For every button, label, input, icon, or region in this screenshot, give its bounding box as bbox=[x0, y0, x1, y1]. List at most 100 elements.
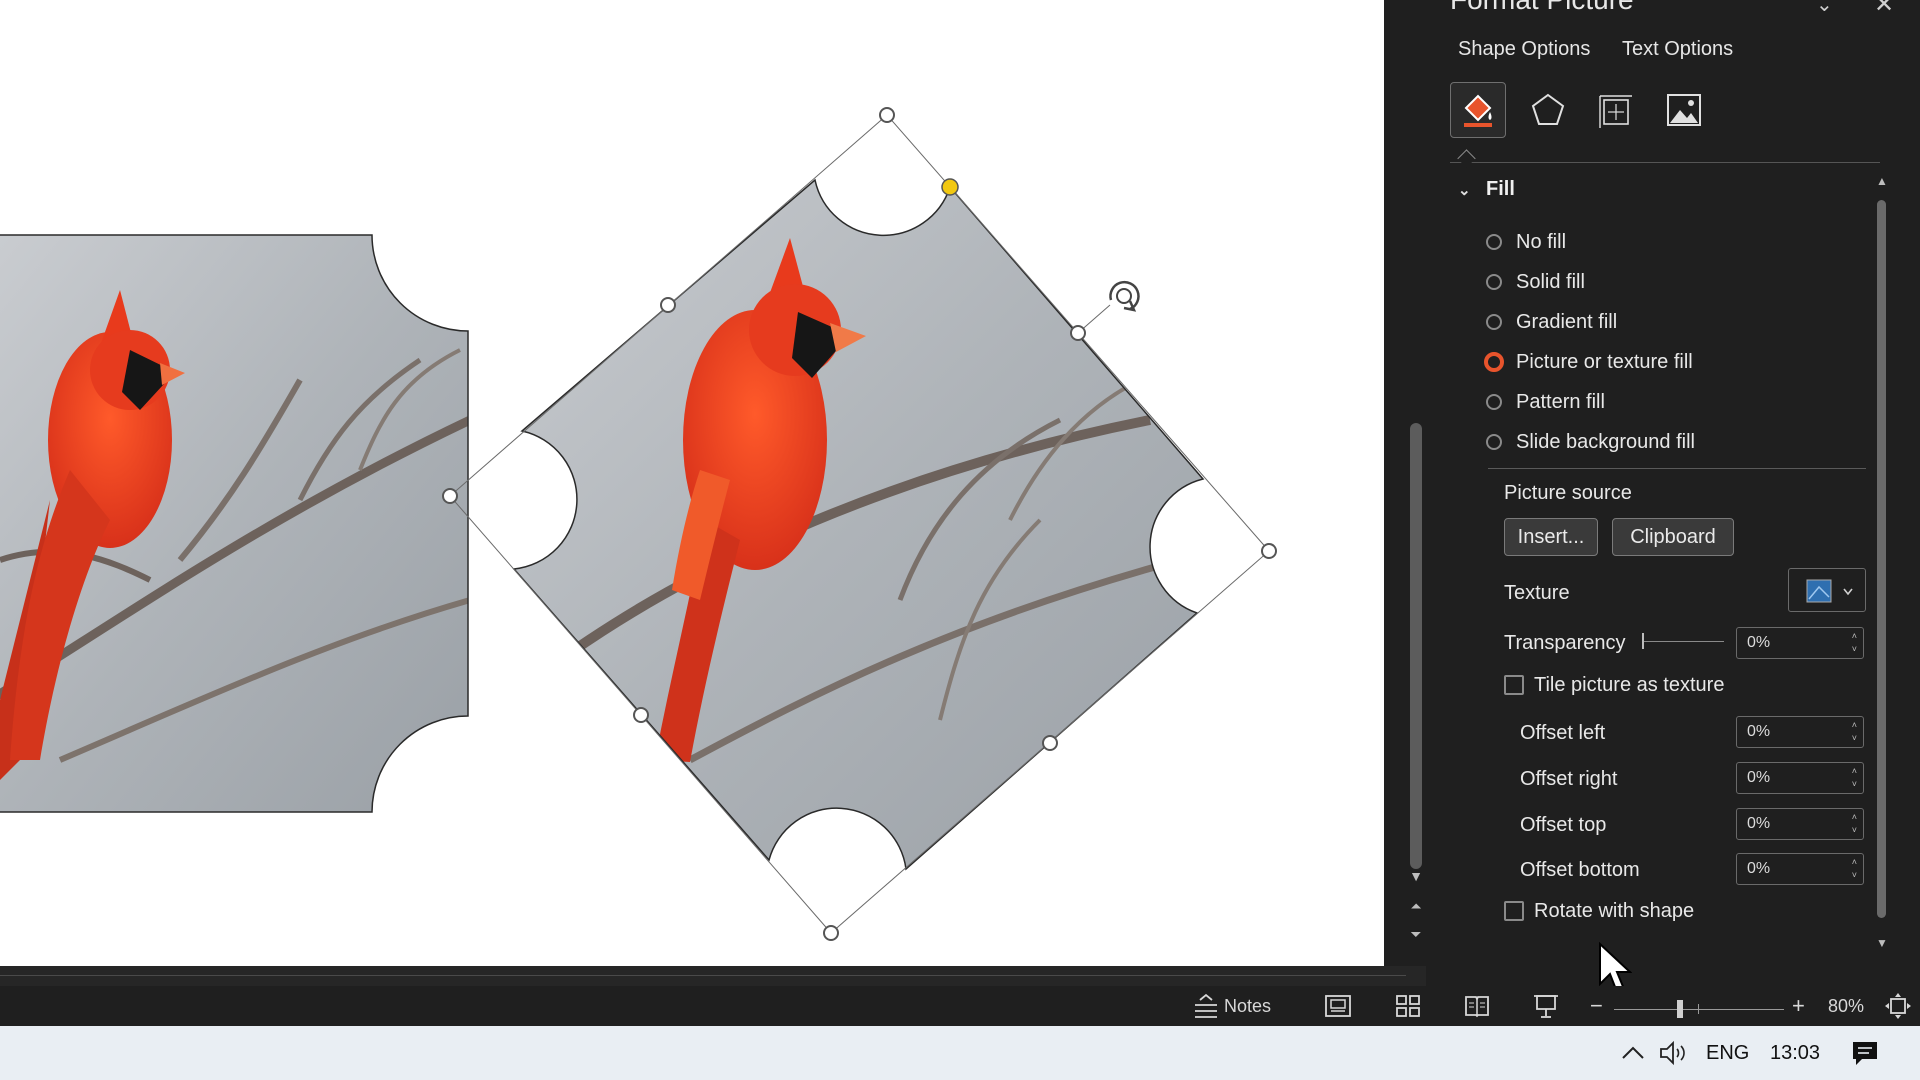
radio-label: Gradient fill bbox=[1516, 310, 1618, 333]
tile-checkbox[interactable] bbox=[1504, 675, 1524, 695]
scroll-down-icon[interactable]: ▼ bbox=[1874, 936, 1890, 950]
offset-bottom-spinbox[interactable]: 0% ˄ ˅ bbox=[1736, 853, 1864, 885]
resize-handle-bottom-left bbox=[633, 707, 649, 723]
slide-canvas[interactable] bbox=[0, 0, 1384, 966]
canvas-bottom-border bbox=[0, 966, 1426, 986]
previous-slide-icon[interactable]: ⏶ bbox=[1408, 898, 1424, 914]
status-bar: Notes − + 80% bbox=[0, 986, 1920, 1026]
spin-arrows-icon[interactable]: ˄ ˅ bbox=[1852, 811, 1857, 837]
close-icon[interactable]: ✕ bbox=[1874, 0, 1894, 19]
rotate-with-shape-label: Rotate with shape bbox=[1534, 900, 1695, 922]
slide-vertical-scrollbar[interactable]: ▼ ⏶ ⏷ bbox=[1406, 0, 1426, 986]
input-language-indicator[interactable]: ENG bbox=[1706, 1026, 1749, 1080]
size-properties-icon[interactable] bbox=[1588, 82, 1644, 138]
picture-icon[interactable] bbox=[1656, 82, 1712, 138]
slide-sorter-icon[interactable] bbox=[1394, 986, 1422, 1026]
texture-dropdown[interactable] bbox=[1788, 568, 1866, 612]
offset-right-value: 0% bbox=[1747, 769, 1771, 786]
radio-circle[interactable] bbox=[1486, 394, 1502, 410]
notes-button[interactable]: Notes bbox=[1192, 986, 1271, 1026]
radio-gradient-fill[interactable]: Gradient fill bbox=[1486, 309, 1617, 335]
system-clock[interactable]: 13:03 bbox=[1770, 1026, 1820, 1080]
show-hidden-icons-chevron-icon[interactable] bbox=[1620, 1026, 1646, 1080]
pane-scrollbar-thumb[interactable] bbox=[1877, 200, 1886, 918]
radio-label: Solid fill bbox=[1516, 270, 1585, 293]
clipboard-button[interactable]: Clipboard bbox=[1612, 518, 1734, 556]
divider bbox=[1488, 468, 1866, 469]
offset-bottom-value: 0% bbox=[1747, 860, 1771, 877]
radio-picture-texture-fill[interactable]: Picture or texture fill bbox=[1484, 349, 1693, 375]
picture-source-label: Picture source bbox=[1504, 482, 1632, 504]
next-slide-icon[interactable]: ⏷ bbox=[1408, 926, 1424, 942]
zoom-slider-track[interactable] bbox=[1614, 1009, 1784, 1010]
scroll-down-icon[interactable]: ▼ bbox=[1408, 868, 1424, 884]
pane-scrollbar[interactable]: ▲ ▼ bbox=[1874, 172, 1890, 956]
pane-title: Format Picture bbox=[1450, 0, 1634, 16]
spin-arrows-icon[interactable]: ˄ ˅ bbox=[1852, 856, 1857, 882]
radio-label: Pattern fill bbox=[1516, 390, 1605, 413]
zoom-slider-thumb[interactable] bbox=[1677, 1000, 1683, 1018]
effects-pentagon-icon[interactable] bbox=[1520, 82, 1576, 138]
slide-content bbox=[0, 107, 1277, 941]
scrollbar-thumb[interactable] bbox=[1410, 423, 1422, 869]
offset-right-spinbox[interactable]: 0% ˄ ˅ bbox=[1736, 762, 1864, 794]
tile-label: Tile picture as texture bbox=[1534, 674, 1725, 696]
spin-arrows-icon[interactable]: ˄ ˅ bbox=[1852, 765, 1857, 791]
zoom-out-button[interactable]: − bbox=[1590, 986, 1603, 1026]
spin-arrows-icon[interactable]: ˄ ˅ bbox=[1852, 719, 1857, 745]
fill-section-label: Fill bbox=[1486, 178, 1515, 200]
right-rotated-cardinal-picture[interactable] bbox=[442, 107, 1277, 941]
zoom-slider-midmark bbox=[1698, 1004, 1699, 1014]
radio-circle[interactable] bbox=[1486, 234, 1502, 250]
transparency-slider-track[interactable] bbox=[1644, 641, 1724, 642]
fill-line-icon[interactable] bbox=[1450, 82, 1506, 138]
adjustment-handle[interactable] bbox=[941, 178, 959, 196]
volume-icon[interactable] bbox=[1658, 1026, 1688, 1080]
zoom-level[interactable]: 80% bbox=[1828, 986, 1864, 1026]
resize-handle-left bbox=[442, 488, 458, 504]
radio-label: Picture or texture fill bbox=[1516, 350, 1693, 373]
notes-label: Notes bbox=[1224, 995, 1272, 1016]
canvas-edge bbox=[1384, 0, 1406, 966]
spin-arrows-icon[interactable]: ˄ ˅ bbox=[1852, 630, 1857, 656]
radio-solid-fill[interactable]: Solid fill bbox=[1486, 269, 1585, 295]
radio-pattern-fill[interactable]: Pattern fill bbox=[1486, 389, 1605, 415]
transparency-label: Transparency bbox=[1504, 632, 1626, 654]
slide-show-icon[interactable] bbox=[1532, 986, 1560, 1026]
tab-text-options[interactable]: Text Options bbox=[1622, 38, 1733, 61]
scroll-up-icon[interactable]: ▲ bbox=[1874, 174, 1890, 188]
notes-icon bbox=[1195, 993, 1217, 1018]
offset-top-value: 0% bbox=[1747, 815, 1771, 832]
left-cardinal-picture[interactable] bbox=[0, 234, 470, 815]
windows-taskbar: ENG 13:03 bbox=[0, 1026, 1920, 1080]
rotate-with-shape-checkbox[interactable] bbox=[1504, 901, 1524, 921]
radio-circle[interactable] bbox=[1486, 274, 1502, 290]
radio-circle[interactable] bbox=[1486, 434, 1502, 450]
texture-label: Texture bbox=[1504, 582, 1570, 604]
fit-to-window-icon[interactable] bbox=[1884, 986, 1912, 1026]
selected-category-caret bbox=[1457, 149, 1476, 168]
fill-section-header[interactable]: ⌄ Fill bbox=[1458, 178, 1515, 201]
offset-bottom-label: Offset bottom bbox=[1520, 859, 1640, 881]
offset-top-spinbox[interactable]: 0% ˄ ˅ bbox=[1736, 808, 1864, 840]
reading-view-icon[interactable] bbox=[1463, 986, 1491, 1026]
insert-button[interactable]: Insert... bbox=[1504, 518, 1598, 556]
transparency-slider-thumb[interactable] bbox=[1642, 633, 1644, 649]
notification-center-icon[interactable] bbox=[1850, 1026, 1880, 1080]
pane-options-chevron-icon[interactable]: ⌄ bbox=[1816, 0, 1833, 17]
normal-view-icon[interactable] bbox=[1324, 986, 1352, 1026]
radio-no-fill[interactable]: No fill bbox=[1486, 229, 1566, 255]
transparency-spinbox[interactable]: 0% ˄ ˅ bbox=[1736, 627, 1864, 659]
resize-handle-bottom-right bbox=[1042, 735, 1058, 751]
radio-circle-selected[interactable] bbox=[1484, 352, 1504, 372]
zoom-in-button[interactable]: + bbox=[1792, 986, 1805, 1026]
tab-shape-options[interactable]: Shape Options bbox=[1458, 38, 1590, 61]
radio-slide-background-fill[interactable]: Slide background fill bbox=[1486, 429, 1695, 455]
offset-left-value: 0% bbox=[1747, 723, 1771, 740]
rotation-handle-icon[interactable] bbox=[1109, 280, 1140, 312]
category-divider bbox=[1450, 162, 1880, 163]
radio-label: Slide background fill bbox=[1516, 430, 1695, 453]
radio-circle[interactable] bbox=[1486, 314, 1502, 330]
offset-left-spinbox[interactable]: 0% ˄ ˅ bbox=[1736, 716, 1864, 748]
transparency-value: 0% bbox=[1747, 634, 1771, 651]
